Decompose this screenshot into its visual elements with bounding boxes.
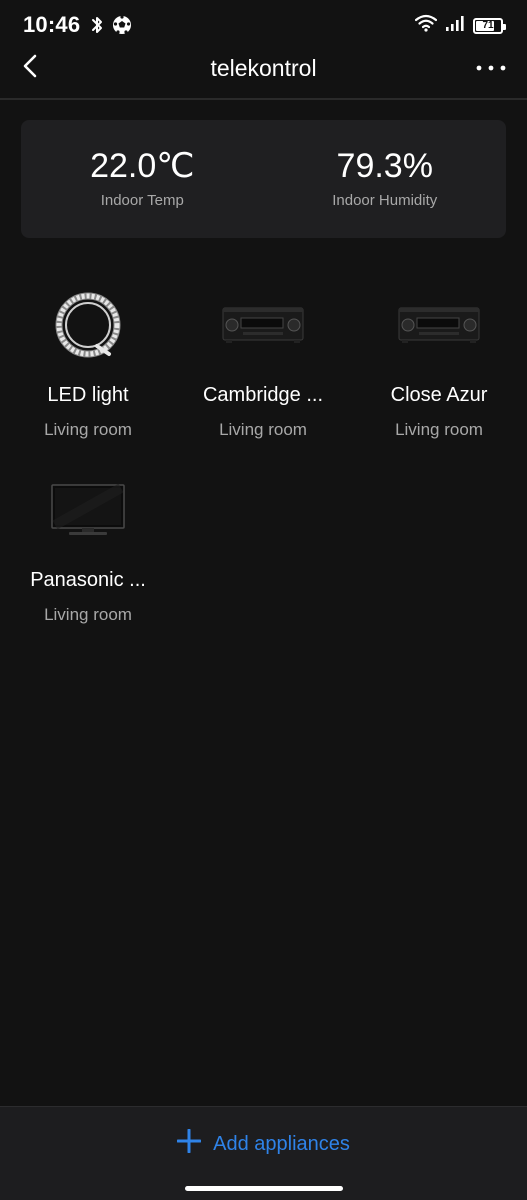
television-icon xyxy=(43,465,133,555)
av-receiver-icon xyxy=(394,280,484,370)
battery-icon: 71 xyxy=(473,17,506,34)
status-icons-left xyxy=(90,15,132,40)
device-tile-cambridge[interactable]: Cambridge ... Living room xyxy=(175,270,351,455)
temperature-value: 22.0℃ xyxy=(90,147,195,185)
plus-icon xyxy=(176,1128,202,1159)
humidity-readout: 79.3% Indoor Humidity xyxy=(264,120,507,238)
soccer-ball-icon xyxy=(112,15,132,40)
header-divider xyxy=(0,98,527,100)
device-name: Cambridge ... xyxy=(202,384,324,406)
av-receiver-icon xyxy=(218,280,308,370)
temperature-label: Indoor Temp xyxy=(100,192,184,209)
device-name: LED light xyxy=(47,384,129,406)
battery-level: 71 xyxy=(482,20,494,31)
device-tile-led-light[interactable]: LED light Living room xyxy=(0,270,176,455)
humidity-value: 79.3% xyxy=(336,147,433,185)
signal-icon xyxy=(445,14,465,37)
page-title: telekontrol xyxy=(210,55,317,81)
add-appliances-button[interactable]: Add appliances xyxy=(0,1127,527,1161)
bluetooth-icon xyxy=(90,15,104,40)
temperature-readout: 22.0℃ Indoor Temp xyxy=(21,120,264,238)
more-options-button[interactable] xyxy=(473,52,509,84)
more-horizontal-icon xyxy=(475,59,507,77)
climate-card: 22.0℃ Indoor Temp 79.3% Indoor Humidity xyxy=(21,120,506,238)
device-room: Living room xyxy=(395,420,483,439)
device-tile-close-azur[interactable]: Close Azur Living room xyxy=(351,270,527,455)
home-indicator[interactable] xyxy=(185,1186,343,1191)
device-name: Close Azur xyxy=(390,384,488,406)
humidity-label: Indoor Humidity xyxy=(332,192,438,209)
add-appliances-label: Add appliances xyxy=(213,1132,350,1155)
status-icons-right: 71 xyxy=(414,14,506,37)
status-time: 10:46 xyxy=(23,12,81,37)
device-name: Panasonic ... xyxy=(30,569,146,591)
app-header: telekontrol xyxy=(0,40,527,98)
device-room: Living room xyxy=(219,420,307,439)
wifi-icon xyxy=(414,14,438,37)
device-tile-panasonic[interactable]: Panasonic ... Living room xyxy=(0,455,176,640)
device-room: Living room xyxy=(44,420,132,439)
led-strip-icon xyxy=(43,280,133,370)
device-room: Living room xyxy=(44,605,132,624)
